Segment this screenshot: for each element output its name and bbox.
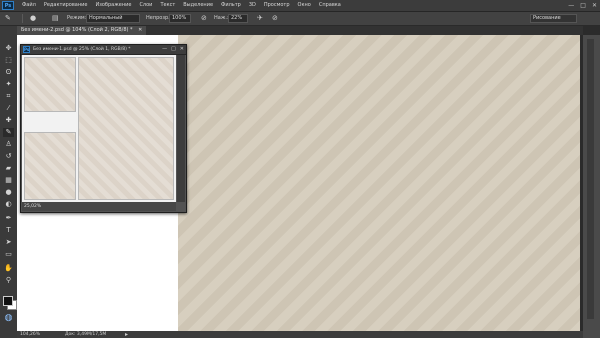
zoom-icon[interactable]: ⚲ [3,276,14,285]
menu-bar: Ps Файл Редактирование Изображение Слои … [0,0,600,12]
crop-icon[interactable]: ⌗ [3,92,14,101]
menu-image[interactable]: Изображение [95,0,131,11]
main-menu: Файл Редактирование Изображение Слои Тек… [22,0,341,11]
blend-mode-select[interactable]: Нормальный [86,14,140,23]
reference-photo-front [78,57,174,200]
maximize-icon[interactable]: □ [580,1,586,10]
reference-photo-three-quarter [24,132,76,200]
flow-field[interactable]: 22% [228,14,248,23]
opacity-field[interactable]: 100% [169,14,191,23]
history-brush-icon[interactable]: ↺ [3,152,14,161]
reference-zoom[interactable]: 25,02% [24,202,41,211]
menu-file[interactable]: Файл [22,0,36,11]
menu-layers[interactable]: Слои [139,0,152,11]
flow-label: Наж.: [214,15,229,21]
photoshop-logo: Ps [2,1,14,10]
close-icon[interactable]: ✕ [592,1,597,10]
menu-filter[interactable]: Фильтр [221,0,241,11]
sketch-artwork-placeholder [178,35,580,331]
reference-status-bar: 25,02% [22,202,176,211]
quick-mask-icon[interactable]: ◍ [3,314,14,323]
tools-panel: ✥ ⬚ ʘ ✦ ⌗ ⁄ ✚ ✎ ♙ ↺ ▰ ▦ ● ◐ ✒ T ➤ ▭ ✋ ⚲ … [0,26,18,338]
status-arrow-icon[interactable]: ▸ [125,331,128,338]
menu-edit[interactable]: Редактирование [44,0,88,11]
brush-tool-preset-icon[interactable]: ✎ [5,14,11,23]
right-panel-strip [583,35,600,338]
close-icon[interactable]: ✕ [180,45,184,54]
tab-title: Без имени-2.psd @ 104% (Слой 2, RGB/8) * [21,27,133,33]
menu-type[interactable]: Текст [160,0,175,11]
lasso-icon[interactable]: ʘ [3,68,14,77]
status-zoom[interactable]: 104,26% [20,331,40,338]
workspace-select[interactable]: Рисование [530,14,577,23]
status-bar: 104,26% Док: 3,49М/17,5М ▸ [17,331,583,338]
marquee-icon[interactable]: ⬚ [3,56,14,65]
menu-window[interactable]: Окно [298,0,311,11]
maximize-icon[interactable]: □ [171,45,176,54]
type-icon[interactable]: T [3,226,14,235]
quick-select-icon[interactable]: ✦ [3,80,14,89]
pressure-opacity-icon[interactable]: ⊘ [201,14,207,23]
hand-icon[interactable]: ✋ [3,264,14,273]
healing-icon[interactable]: ✚ [3,116,14,125]
foreground-color-swatch[interactable] [3,296,13,306]
options-bar: ✎ ● ▤ Режим: Нормальный Непрозр.: 100% ⊘… [0,12,600,26]
opacity-label: Непрозр.: [146,15,172,21]
menu-3d[interactable]: 3D [249,0,256,11]
brush-size-icon[interactable]: ● [30,14,36,23]
minimize-icon[interactable]: — [568,1,574,10]
reference-photo-profile [24,57,76,112]
window-controls: — □ ✕ [568,1,597,10]
tab-close-icon[interactable]: ✕ [138,27,142,33]
canvas[interactable] [178,35,580,331]
brush-panel-icon[interactable]: ▤ [52,14,59,23]
path-select-icon[interactable]: ➤ [3,238,14,247]
reference-window-titlebar[interactable]: Ps Без имени-1.psd @ 25% (Слой 1, RGB/8)… [21,45,186,55]
mode-label: Режим: [67,15,87,21]
reference-window-title: Без имени-1.psd @ 25% (Слой 1, RGB/8) * [33,47,131,52]
dodge-icon[interactable]: ◐ [3,200,14,209]
eyedropper-icon[interactable]: ⁄ [3,104,14,113]
gradient-icon[interactable]: ▦ [3,176,14,185]
blur-icon[interactable]: ● [3,188,14,197]
clone-stamp-icon[interactable]: ♙ [3,140,14,149]
separator [22,14,23,23]
shape-icon[interactable]: ▭ [3,250,14,259]
reference-photo-collage [22,55,176,202]
eraser-icon[interactable]: ▰ [3,164,14,173]
menu-view[interactable]: Просмотр [264,0,290,11]
minimize-icon[interactable]: — [162,45,167,54]
move-icon[interactable]: ✥ [3,44,14,53]
pressure-size-icon[interactable]: ⊘ [272,14,278,23]
photoshop-doc-icon: Ps [23,46,30,53]
reference-vertical-scrollbar[interactable] [177,55,185,202]
canvas-vertical-scrollbar[interactable] [587,39,594,319]
document-tab[interactable]: Без имени-2.psd @ 104% (Слой 2, RGB/8) *… [17,26,147,35]
pen-icon[interactable]: ✒ [3,214,14,223]
reference-document-window[interactable]: Ps Без имени-1.psd @ 25% (Слой 1, RGB/8)… [20,44,187,213]
document-tab-bar: Без имени-2.psd @ 104% (Слой 2, RGB/8) *… [17,26,583,35]
airbrush-icon[interactable]: ✈ [257,14,263,23]
menu-help[interactable]: Справка [319,0,341,11]
reference-window-controls: — □ ✕ [162,45,184,54]
status-doc-size: Док: 3,49М/17,5М [65,332,107,337]
menu-select[interactable]: Выделение [183,0,213,11]
brush-icon[interactable]: ✎ [3,128,14,137]
